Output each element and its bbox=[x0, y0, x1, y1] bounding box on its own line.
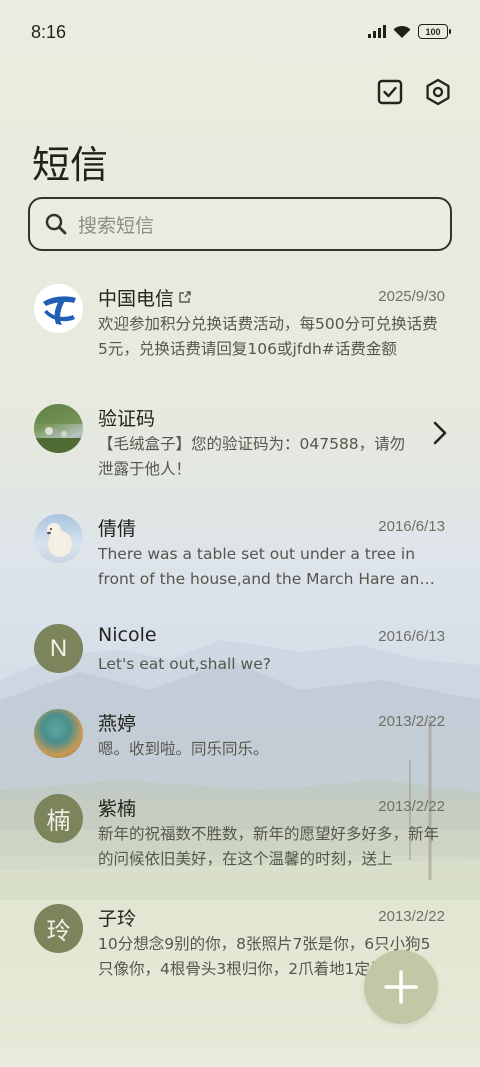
wifi-icon bbox=[393, 25, 411, 38]
conversation-date: 2013/2/22 bbox=[378, 713, 445, 730]
avatar bbox=[34, 709, 83, 758]
conversation-name: 紫楠 bbox=[98, 794, 136, 821]
avatar bbox=[34, 404, 83, 453]
conversation-preview: 新年的祝福数不胜数，新年的愿望好多好多，新年的问候依旧美好，在这个温馨的时刻，送… bbox=[98, 825, 440, 868]
search-input[interactable]: 搜索短信 bbox=[28, 197, 452, 251]
conversation-name: Nicole bbox=[98, 624, 157, 646]
conversation-preview: Let's eat out,shall we? bbox=[98, 655, 271, 673]
search-placeholder: 搜索短信 bbox=[78, 214, 155, 237]
battery-level: 100 bbox=[425, 26, 441, 37]
conversation-name: 中国电信 bbox=[98, 284, 191, 311]
conversation-preview: 嗯。收到啦。同乐同乐。 bbox=[98, 740, 269, 758]
conversation-name-text: 紫楠 bbox=[98, 798, 137, 820]
conversation-name-text: 燕婷 bbox=[98, 713, 137, 735]
polar-bear-icon bbox=[47, 523, 72, 557]
conversation-item[interactable]: 楠 紫楠 2013/2/22 新年的祝福数不胜数，新年的愿望好多好多，新年的问候… bbox=[0, 780, 480, 890]
plus-icon bbox=[384, 970, 418, 1004]
status-time: 8:16 bbox=[31, 22, 67, 42]
conversation-name-text: 倩倩 bbox=[98, 518, 137, 540]
conversation-item[interactable]: 验证码 【毛绒盒子】您的验证码为：047588，请勿泄露于他人！ bbox=[0, 390, 480, 500]
signal-icon bbox=[368, 25, 386, 38]
conversation-preview: 【毛绒盒子】您的验证码为：047588，请勿泄露于他人！ bbox=[98, 435, 406, 478]
settings-icon bbox=[426, 78, 450, 106]
avatar: 楠 bbox=[34, 794, 83, 843]
landscape-photo-icon bbox=[34, 404, 83, 453]
status-bar: 8:16 100 bbox=[0, 0, 480, 68]
conversation-date: 2013/2/22 bbox=[378, 908, 445, 925]
conversation-name-text: Nicole bbox=[98, 624, 157, 646]
chevron-right-icon[interactable] bbox=[432, 420, 448, 446]
conversation-name: 倩倩 bbox=[98, 514, 136, 541]
conversation-name-text: 子玲 bbox=[98, 908, 137, 930]
select-icon bbox=[377, 79, 403, 105]
conversation-date: 2016/6/13 bbox=[378, 518, 445, 535]
select-button[interactable] bbox=[376, 78, 404, 106]
conversation-name: 子玲 bbox=[98, 904, 136, 931]
conversation-preview: There was a table set out under a tree i… bbox=[98, 545, 430, 588]
avatar: 玲 bbox=[34, 904, 83, 953]
avatar bbox=[34, 514, 83, 563]
conversation-date: 2013/2/22 bbox=[378, 798, 445, 815]
avatar: N bbox=[34, 624, 83, 673]
settings-button[interactable] bbox=[424, 78, 452, 106]
conversation-preview: 欢迎参加积分兑换话费活动，每500分可兑换话费5元，兑换话费请回复106或jfd… bbox=[98, 315, 438, 358]
china-telecom-logo-icon bbox=[34, 284, 83, 333]
external-link-icon bbox=[179, 291, 191, 303]
conversation-date: 2016/6/13 bbox=[378, 628, 445, 645]
conversation-name: 验证码 bbox=[98, 404, 155, 431]
conversation-item[interactable]: 倩倩 2016/6/13 There was a table set out u… bbox=[0, 500, 480, 610]
conversation-name: 燕婷 bbox=[98, 709, 136, 736]
conversation-date: 2025/9/30 bbox=[378, 288, 445, 305]
battery-icon: 100 bbox=[418, 24, 451, 39]
conversation-name-text: 中国电信 bbox=[98, 288, 175, 310]
conversation-item[interactable]: 中国电信 2025/9/30 欢迎参加积分兑换话费活动，每500分可兑换话费5元… bbox=[0, 270, 480, 380]
header-actions bbox=[376, 78, 452, 106]
avatar bbox=[34, 284, 83, 333]
page-title: 短信 bbox=[32, 143, 109, 187]
new-message-button[interactable] bbox=[364, 950, 438, 1024]
status-icons: 100 bbox=[368, 24, 451, 39]
conversation-name-text: 验证码 bbox=[98, 408, 156, 430]
search-icon bbox=[45, 213, 67, 235]
